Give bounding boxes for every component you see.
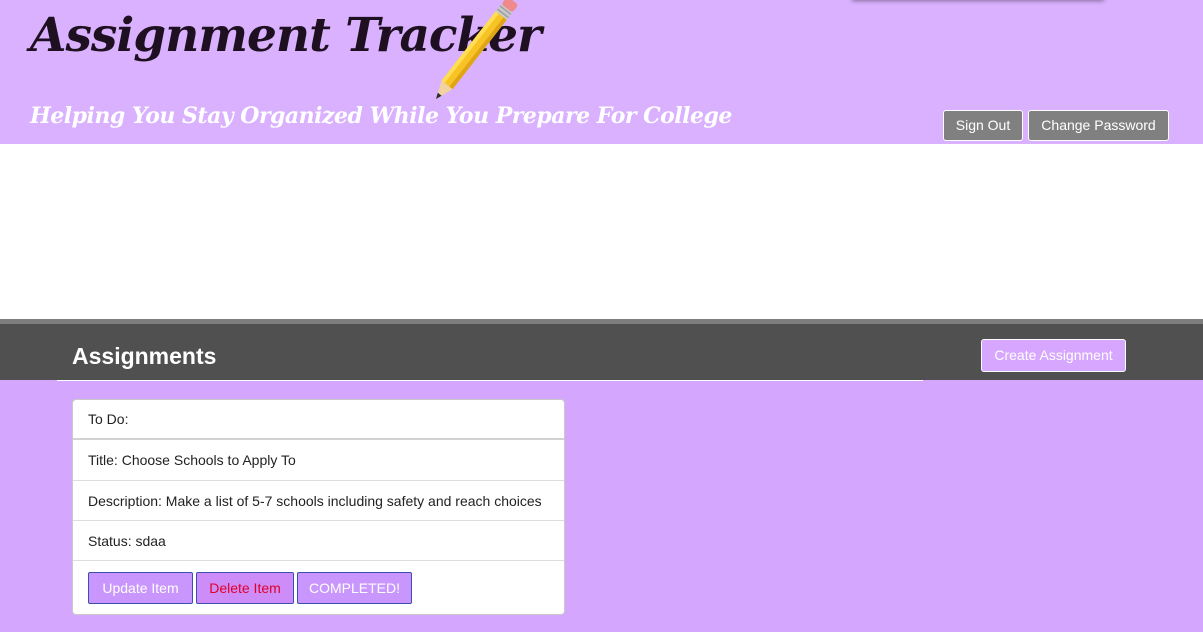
completed-button[interactable]: COMPLETED! <box>297 572 412 604</box>
pencil-icon <box>436 0 518 99</box>
content-spacer <box>0 144 1203 319</box>
sign-out-button[interactable]: Sign Out <box>943 110 1023 141</box>
change-password-button[interactable]: Change Password <box>1028 110 1169 141</box>
tagline: Helping You Stay Organized While You Pre… <box>30 103 732 129</box>
assignments-bar-rule <box>57 380 923 381</box>
update-item-button[interactable]: Update Item <box>88 572 193 604</box>
assignment-description: Description: Make a list of 5-7 schools … <box>73 481 564 521</box>
create-assignment-button[interactable]: Create Assignment <box>981 339 1126 372</box>
assignment-status: Status: sdaa <box>73 521 564 561</box>
assignments-heading: Assignments <box>72 343 217 369</box>
assignment-title: Title: Choose Schools to Apply To <box>73 440 564 481</box>
card-header-todo: To Do: <box>73 400 564 440</box>
delete-item-button[interactable]: Delete Item <box>196 572 294 604</box>
header: Assignment Tracker Helping You Stay Orga… <box>0 0 1203 144</box>
assignment-card: To Do: Title: Choose Schools to Apply To… <box>72 399 565 615</box>
